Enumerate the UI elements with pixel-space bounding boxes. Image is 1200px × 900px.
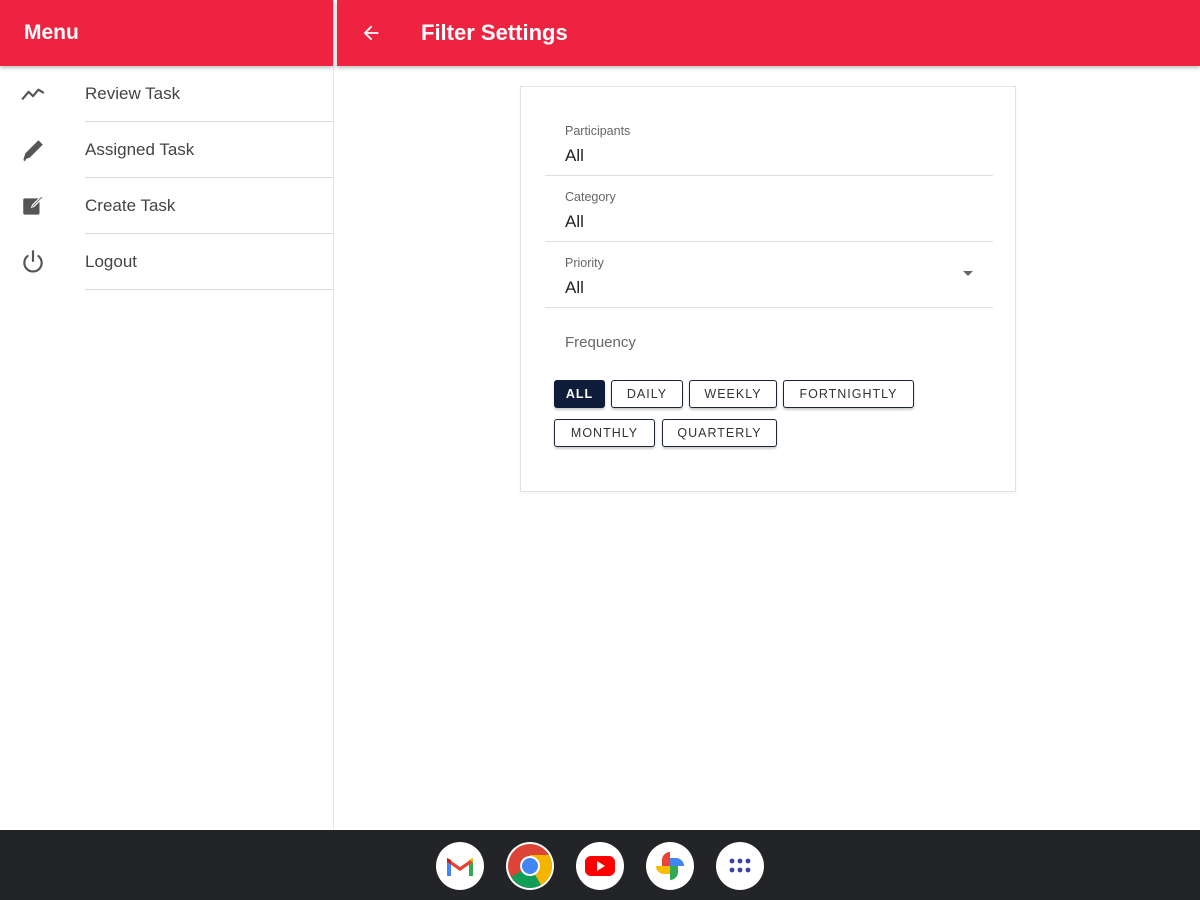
menu-item-create-task[interactable]: Create Task: [0, 178, 333, 234]
arrow-back-icon: [363, 25, 379, 41]
frequency-label: Frequency: [565, 334, 636, 351]
menu-item-logout[interactable]: Logout: [0, 234, 333, 290]
youtube-icon: [585, 856, 615, 876]
chrome-icon: [508, 844, 552, 888]
filter-card: Participants All Category All Priority A…: [520, 86, 1016, 492]
pencil-icon: [23, 140, 43, 162]
photos-app[interactable]: [646, 842, 694, 890]
priority-label: Priority: [565, 256, 604, 270]
main-content: Filter Settings Participants All Categor…: [337, 0, 1200, 830]
frequency-chip-weekly[interactable]: WEEKLY: [689, 380, 777, 408]
category-label: Category: [565, 190, 616, 204]
power-icon: [23, 250, 43, 273]
participants-field[interactable]: Participants All: [545, 110, 993, 176]
page-title: Filter Settings: [421, 20, 568, 45]
menu-item-label: Create Task: [85, 196, 176, 215]
frequency-chip-daily[interactable]: DAILY: [611, 380, 683, 408]
menu-item-assigned-task[interactable]: Assigned Task: [0, 122, 333, 178]
gmail-app[interactable]: [436, 842, 484, 890]
chrome-app[interactable]: [506, 842, 554, 890]
frequency-chip-all[interactable]: ALL: [554, 380, 605, 408]
frequency-chip-quarterly[interactable]: QUARTERLY: [662, 419, 777, 447]
trending-icon: [21, 88, 45, 101]
drawer-header: Menu: [0, 0, 333, 66]
navigation-drawer: Menu Review Task Assigned Task Create Ta…: [0, 0, 334, 830]
photos-icon: [656, 852, 684, 880]
youtube-app[interactable]: [576, 842, 624, 890]
category-field[interactable]: Category All: [545, 176, 993, 242]
dropdown-arrow-icon[interactable]: [963, 271, 973, 276]
menu-item-label: Review Task: [85, 84, 181, 103]
frequency-chip-monthly[interactable]: MONTHLY: [554, 419, 655, 447]
launcher-app[interactable]: [716, 842, 764, 890]
drawer-title: Menu: [24, 21, 79, 44]
system-shelf: [0, 830, 1200, 900]
gmail-icon: [447, 858, 473, 876]
divider: [85, 289, 333, 290]
app-bar: Filter Settings: [337, 0, 1200, 66]
priority-dropdown[interactable]: Priority All: [545, 242, 993, 308]
drawer-menu: Review Task Assigned Task Create Task Lo…: [0, 66, 333, 290]
edit-square-icon: [23, 195, 44, 215]
launcher-icon: [729, 858, 751, 873]
menu-item-review-task[interactable]: Review Task: [0, 66, 333, 122]
participants-label: Participants: [565, 124, 631, 138]
frequency-chip-fortnightly[interactable]: FORTNIGHTLY: [783, 380, 914, 408]
priority-value: All: [565, 278, 584, 297]
menu-item-label: Assigned Task: [85, 140, 195, 159]
menu-item-label: Logout: [85, 252, 137, 271]
back-button[interactable]: [351, 13, 391, 53]
participants-value: All: [565, 146, 584, 165]
category-value: All: [565, 212, 584, 231]
